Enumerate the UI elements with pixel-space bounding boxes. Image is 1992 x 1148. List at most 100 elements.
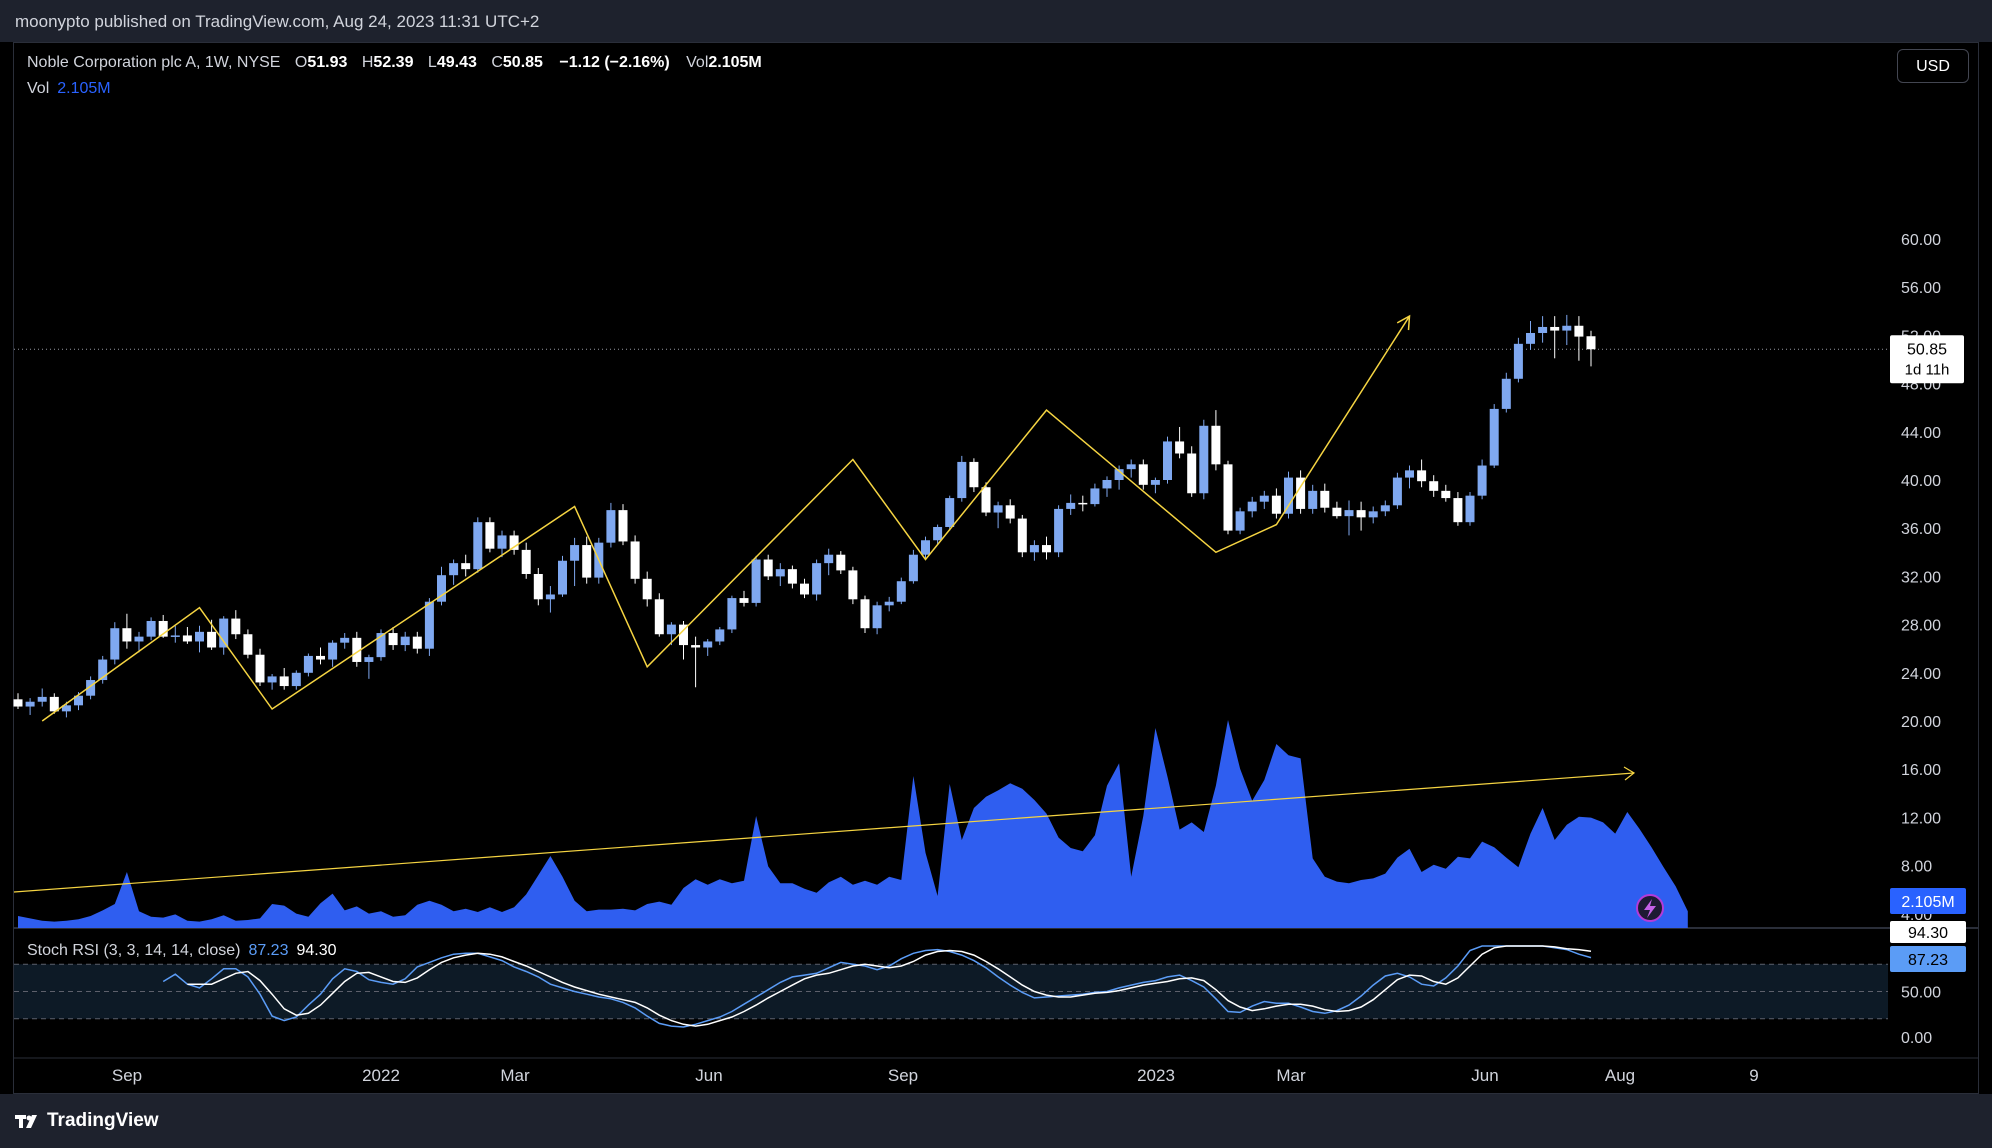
candle-body <box>969 461 979 488</box>
candle-body <box>1090 488 1100 505</box>
candle-body <box>606 510 616 543</box>
candle <box>1102 476 1112 497</box>
candle-body <box>461 563 471 570</box>
ohlc-legend: Noble Corporation plc A, 1W, NYSE O51.93… <box>27 54 762 72</box>
candle-body <box>1175 441 1185 454</box>
candle <box>1247 496 1257 518</box>
chart-canvas[interactable]: 60.0056.0052.0048.0044.0040.0036.0032.00… <box>0 0 1992 1148</box>
open-label: O <box>294 54 308 71</box>
candle-body <box>1429 481 1439 491</box>
candle-body <box>1029 545 1039 553</box>
high-label: H <box>361 54 374 71</box>
price-axis-label: 16.00 <box>1901 762 1941 779</box>
change-value: −1.12 (−2.16%) <box>559 54 670 71</box>
candle-body <box>896 581 906 602</box>
trend-lines <box>13 314 1636 893</box>
candle <box>1477 459 1487 500</box>
candle <box>1417 459 1427 488</box>
candle-body <box>921 540 930 555</box>
candle-body <box>146 620 156 637</box>
candle-body <box>933 526 943 541</box>
low-value: 49.43 <box>436 54 477 71</box>
close-value: 50.85 <box>502 54 543 71</box>
candle <box>1054 505 1064 558</box>
candle <box>993 501 1003 529</box>
candle <box>654 593 664 637</box>
zigzag-trend-line <box>41 315 1411 722</box>
candle <box>1368 506 1378 524</box>
candle-body <box>1223 464 1233 531</box>
candle-body <box>642 578 652 600</box>
time-axis-label: Sep <box>888 1066 918 1085</box>
candle-body <box>1066 502 1076 509</box>
candle <box>848 566 858 605</box>
candle-body <box>1308 490 1318 509</box>
candle-body <box>207 631 217 648</box>
candle-body <box>1078 502 1088 505</box>
candle <box>1332 501 1342 519</box>
candle-body <box>1017 518 1027 553</box>
candle <box>727 595 737 634</box>
candle-body <box>122 628 132 642</box>
symbol-name[interactable]: Noble Corporation plc A, 1W, NYSE <box>27 54 280 71</box>
candle-body <box>533 573 543 600</box>
candle-body <box>981 487 991 513</box>
candle-body <box>1441 490 1451 499</box>
candle <box>1453 492 1463 526</box>
candle <box>231 610 241 640</box>
candle <box>860 595 870 634</box>
currency-button[interactable]: USD <box>1897 49 1969 83</box>
candle <box>763 554 773 581</box>
time-axis-label: 2022 <box>362 1066 400 1085</box>
candle-body <box>1538 326 1548 333</box>
candle-body <box>267 676 277 683</box>
stoch-rsi-label[interactable]: Stoch RSI (3, 3, 14, 14, close) <box>27 942 240 959</box>
candle-body <box>691 645 701 648</box>
price-axis-label: 24.00 <box>1901 666 1941 683</box>
candle-body <box>1102 480 1112 489</box>
vol-label-inline: Vol <box>686 54 709 71</box>
candle <box>267 674 277 690</box>
candle <box>691 636 701 688</box>
candle-body <box>170 635 180 637</box>
candle <box>437 566 446 606</box>
candle <box>1029 540 1039 561</box>
candle-body <box>570 545 580 561</box>
candle <box>182 627 192 644</box>
candle <box>1380 500 1390 517</box>
candle-body <box>255 654 265 683</box>
candle-body <box>340 637 350 643</box>
candle <box>195 625 204 653</box>
candle-body <box>812 563 822 595</box>
candle-body <box>195 631 204 642</box>
candle <box>1489 404 1499 468</box>
stoch-d-value: 94.30 <box>296 942 337 959</box>
tradingview-logo[interactable]: TradingView <box>15 1110 159 1132</box>
candle-body <box>400 636 410 646</box>
price-tag-countdown: 1d 11h <box>1905 361 1950 378</box>
candle <box>449 559 459 585</box>
candle-body <box>872 605 882 629</box>
candle <box>1223 460 1233 535</box>
candle-body <box>775 569 785 577</box>
candle <box>800 578 809 599</box>
candle <box>1513 337 1523 383</box>
candle-body <box>763 559 773 577</box>
candle <box>570 537 580 587</box>
time-axis-label: 9 <box>1749 1066 1758 1085</box>
candle-body <box>1465 495 1475 523</box>
candle <box>279 667 289 690</box>
candle-body <box>328 642 338 660</box>
candle-body <box>1138 464 1148 485</box>
price-tag-value: 50.85 <box>1907 341 1947 358</box>
candle <box>1538 316 1548 343</box>
price-axis-label: 36.00 <box>1901 521 1941 538</box>
candle <box>1344 500 1354 536</box>
candle-body <box>787 569 797 584</box>
candle-body <box>945 498 955 527</box>
candle <box>739 590 749 607</box>
candle-body <box>37 696 47 702</box>
candle-body <box>824 554 834 564</box>
candle <box>775 563 785 587</box>
candle <box>703 639 713 656</box>
